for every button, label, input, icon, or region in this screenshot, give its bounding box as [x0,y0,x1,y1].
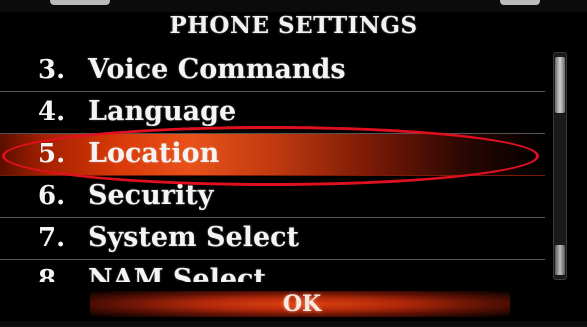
bezel-glint [500,0,540,5]
menu-item-voice-commands[interactable]: 3. Voice Commands [0,50,545,92]
menu-scrollbar[interactable] [553,52,567,280]
page-title: PHONE SETTINGS [169,12,418,39]
menu-item-label: Voice Commands [88,54,346,85]
bottom-bezel [0,321,587,327]
top-bezel [0,0,587,12]
menu-item-label: NAM Select [88,264,266,282]
menu-item-number: 4. [38,97,66,127]
menu-item-number: 6. [38,181,66,211]
menu-item-location[interactable]: 5. Location [0,134,545,176]
settings-menu-list: 3. Voice Commands 4. Language 5. Locatio… [0,50,545,282]
menu-item-language[interactable]: 4. Language [0,92,545,134]
menu-item-number: 7. [38,223,66,253]
menu-item-label: Security [88,180,214,211]
scrollbar-thumb[interactable] [555,57,565,113]
menu-item-label: Location [88,138,220,169]
menu-item-number: 5. [38,139,66,169]
menu-item-label: Language [88,96,237,127]
menu-item-number: 3. [38,55,66,85]
bezel-glint [50,0,110,5]
ok-button[interactable]: OK [270,291,334,317]
menu-item-nam-select[interactable]: 8. NAM Select [0,260,545,282]
phone-settings-screen: PHONE SETTINGS 3. Voice Commands 4. Lang… [0,0,587,327]
scrollbar-end-marker [555,245,565,275]
menu-item-number: 8. [38,265,66,282]
softkey-bar: OK [0,287,587,321]
menu-item-label: System Select [88,222,300,253]
menu-item-security[interactable]: 6. Security [0,176,545,218]
menu-item-system-select[interactable]: 7. System Select [0,218,545,260]
